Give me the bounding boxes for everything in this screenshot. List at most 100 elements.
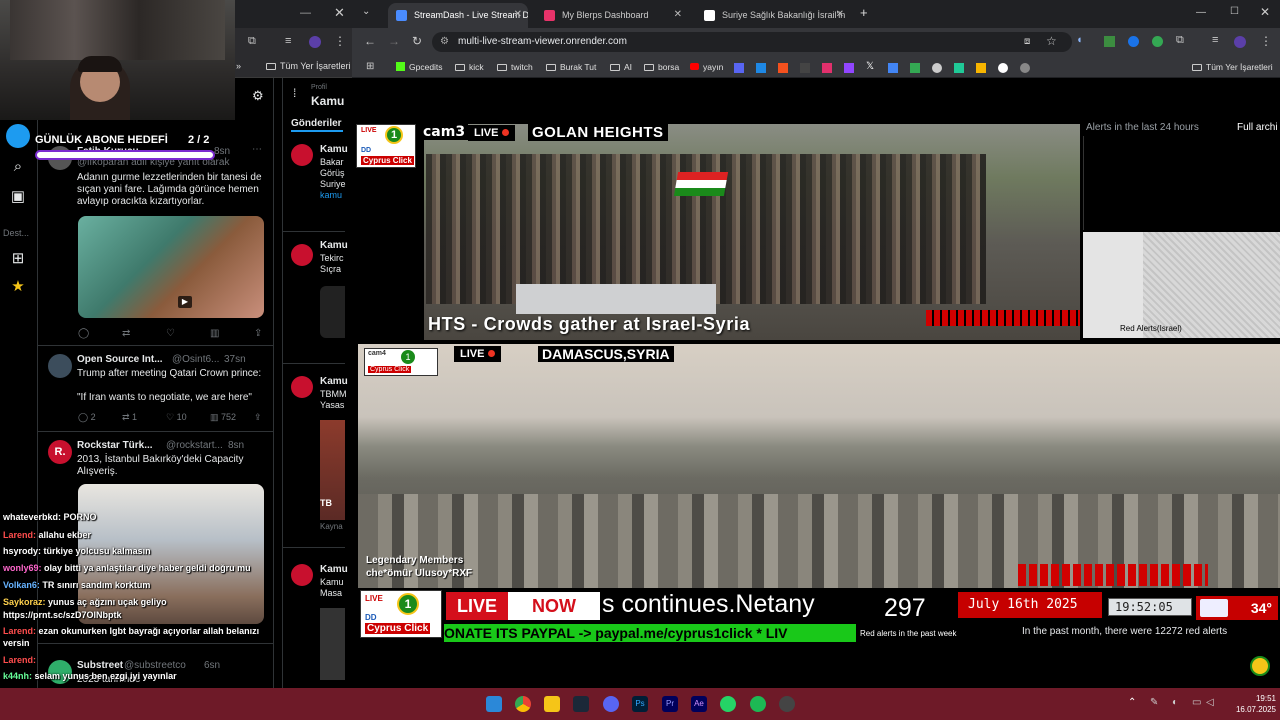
bookmark-star-icon[interactable]: ☆ bbox=[1046, 34, 1057, 48]
column-icon[interactable]: ⁞ bbox=[293, 86, 296, 100]
bookmark-kick[interactable]: kick bbox=[455, 62, 484, 72]
reply-count[interactable]: ◯ 2 bbox=[78, 412, 96, 423]
reload-icon[interactable]: ↻ bbox=[412, 34, 422, 48]
post-image[interactable]: ▶ bbox=[78, 216, 264, 318]
play-icon[interactable]: ▶ bbox=[178, 296, 192, 308]
repost-count[interactable]: ⇄ 1 bbox=[122, 412, 137, 423]
extension-icon[interactable]: ◖ bbox=[1076, 34, 1083, 46]
post-item[interactable]: Kamu Bakar Görüş Suriye kamu bbox=[283, 136, 348, 232]
all-bookmarks-link[interactable]: Tüm Yer İşaretleri bbox=[1192, 62, 1273, 72]
post-media[interactable] bbox=[320, 286, 345, 338]
twitch-icon[interactable] bbox=[844, 63, 854, 73]
premiere-icon[interactable]: Pr bbox=[662, 696, 678, 712]
share-icon[interactable]: ⇪ bbox=[254, 328, 262, 339]
post-link[interactable]: kamu bbox=[320, 190, 342, 200]
profile-icon[interactable] bbox=[1234, 36, 1246, 48]
post-item[interactable]: Kamu TBMM Yasas TB Kayna bbox=[283, 368, 348, 548]
bookmark-yayin[interactable]: yayın bbox=[690, 62, 723, 72]
tab-news[interactable]: Suriye Sağlık Bakanlığı İsrail'in ✕ bbox=[696, 3, 850, 28]
sheets-icon[interactable] bbox=[910, 63, 920, 73]
site-info-icon[interactable]: ⚙ bbox=[440, 36, 449, 47]
discord-icon[interactable] bbox=[734, 63, 744, 73]
tab-search-icon[interactable]: ⌄ bbox=[362, 6, 370, 17]
extension-icon[interactable] bbox=[1152, 36, 1163, 47]
extension-icon[interactable] bbox=[1128, 36, 1139, 47]
close-tab-icon[interactable]: ✕ bbox=[514, 9, 522, 20]
close-tab-icon[interactable]: ✕ bbox=[836, 9, 844, 20]
apps-icon[interactable]: ⊞ bbox=[366, 61, 374, 72]
add-column-icon[interactable]: ⊞ bbox=[9, 250, 27, 268]
stream-cam3[interactable] bbox=[356, 124, 1080, 340]
new-tab-icon[interactable]: + bbox=[860, 5, 868, 20]
photoshop-icon[interactable]: Ps bbox=[632, 696, 648, 712]
chrome-icon[interactable] bbox=[515, 696, 531, 712]
bookmark-icon[interactable] bbox=[756, 63, 766, 73]
bookmark-ai[interactable]: AI bbox=[610, 62, 632, 72]
taskbar-clock[interactable]: 19:51 16.07.2025 bbox=[1218, 693, 1276, 715]
whatsapp-icon[interactable] bbox=[720, 696, 736, 712]
share-icon[interactable]: ⇪ bbox=[254, 412, 262, 423]
steam-icon[interactable] bbox=[573, 696, 589, 712]
x-icon[interactable]: 𝕏 bbox=[866, 61, 874, 72]
obs-icon[interactable] bbox=[779, 696, 795, 712]
start-icon[interactable] bbox=[486, 696, 502, 712]
more-icon[interactable]: ⋯ bbox=[252, 144, 262, 155]
reply-icon[interactable]: ◯ bbox=[78, 328, 89, 339]
tab-streamdash[interactable]: StreamDash - Live Stream D ✕ bbox=[388, 3, 528, 28]
close-icon[interactable]: ✕ bbox=[334, 5, 345, 21]
url-text[interactable]: multi-live-stream-viewer.onrender.com bbox=[458, 36, 627, 47]
menu-icon[interactable]: ⋮ bbox=[1260, 34, 1272, 48]
post-item[interactable]: Open Source Int... @Osint6... 37sn Trump… bbox=[38, 348, 274, 432]
extensions-icon[interactable]: ⧉ bbox=[1176, 34, 1184, 47]
volume-icon[interactable]: ◁ bbox=[1206, 697, 1214, 708]
full-archive-link[interactable]: Full archi bbox=[1237, 122, 1278, 133]
post-item[interactable]: Kamu Tekirc Sıçra bbox=[283, 236, 348, 364]
bookmark-icon[interactable] bbox=[932, 63, 942, 73]
views-icon[interactable]: ▥ bbox=[210, 328, 219, 339]
bookmark-borsa[interactable]: borsa bbox=[644, 62, 679, 72]
forward-icon[interactable]: → bbox=[388, 34, 400, 48]
tab-posts[interactable]: Gönderiler bbox=[291, 118, 342, 129]
star-icon[interactable]: ★ bbox=[9, 278, 27, 296]
post-item[interactable]: Kamu Kamu Masa bbox=[283, 556, 348, 686]
monitor-icon[interactable]: ▭ bbox=[1192, 697, 1201, 708]
minimize-icon[interactable]: — bbox=[300, 7, 311, 19]
bookmark-icon[interactable] bbox=[954, 63, 964, 73]
tray-chevron-icon[interactable]: ⌃ bbox=[1128, 697, 1136, 708]
close-tab-icon[interactable]: ✕ bbox=[674, 9, 682, 20]
like-icon[interactable]: ♡ bbox=[166, 328, 175, 339]
reading-list-icon[interactable]: ≡ bbox=[285, 35, 291, 47]
extension-icon[interactable] bbox=[1104, 36, 1115, 47]
all-bookmarks-link[interactable]: Tüm Yer İşaretleri bbox=[266, 61, 351, 71]
repost-icon[interactable]: ⇄ bbox=[122, 328, 130, 339]
maximize-icon[interactable]: ☐ bbox=[1230, 6, 1239, 17]
post-media[interactable] bbox=[320, 608, 345, 680]
bookmark-icon[interactable] bbox=[998, 63, 1008, 73]
tab-blerps[interactable]: My Blerps Dashboard ✕ bbox=[536, 3, 688, 28]
instagram-icon[interactable] bbox=[822, 63, 832, 73]
after-effects-icon[interactable]: Ae bbox=[691, 696, 707, 712]
bookmark-gpcedits[interactable]: Gpcedits bbox=[396, 62, 443, 72]
bookmark-icon[interactable] bbox=[800, 63, 810, 73]
stream-cam4[interactable] bbox=[358, 344, 1280, 588]
docs-icon[interactable] bbox=[888, 63, 898, 73]
microphone-icon[interactable]: ◐ bbox=[1172, 697, 1178, 708]
reading-list-icon[interactable]: ≡ bbox=[1212, 34, 1218, 46]
bookmark-icon[interactable] bbox=[1020, 63, 1030, 73]
pen-icon[interactable]: ✎ bbox=[1150, 697, 1158, 708]
bookmark-icon[interactable] bbox=[778, 63, 788, 73]
minimize-icon[interactable]: — bbox=[1196, 7, 1206, 18]
profile-icon[interactable] bbox=[309, 36, 321, 48]
install-icon[interactable]: ⧈ bbox=[1024, 36, 1030, 47]
extensions-icon[interactable]: ⧉ bbox=[248, 35, 256, 48]
bookmarks-overflow-icon[interactable]: » bbox=[236, 61, 241, 71]
back-icon[interactable]: ← bbox=[364, 34, 376, 48]
file-explorer-icon[interactable] bbox=[544, 696, 560, 712]
discord-icon[interactable] bbox=[603, 696, 619, 712]
menu-icon[interactable]: ⋮ bbox=[334, 34, 346, 48]
media-icon[interactable]: ▣ bbox=[9, 188, 27, 206]
views-count[interactable]: ▥ 752 bbox=[210, 412, 236, 423]
spotify-icon[interactable] bbox=[750, 696, 766, 712]
settings-icon[interactable]: ⚙ bbox=[252, 88, 264, 104]
bookmark-icon[interactable] bbox=[976, 63, 986, 73]
